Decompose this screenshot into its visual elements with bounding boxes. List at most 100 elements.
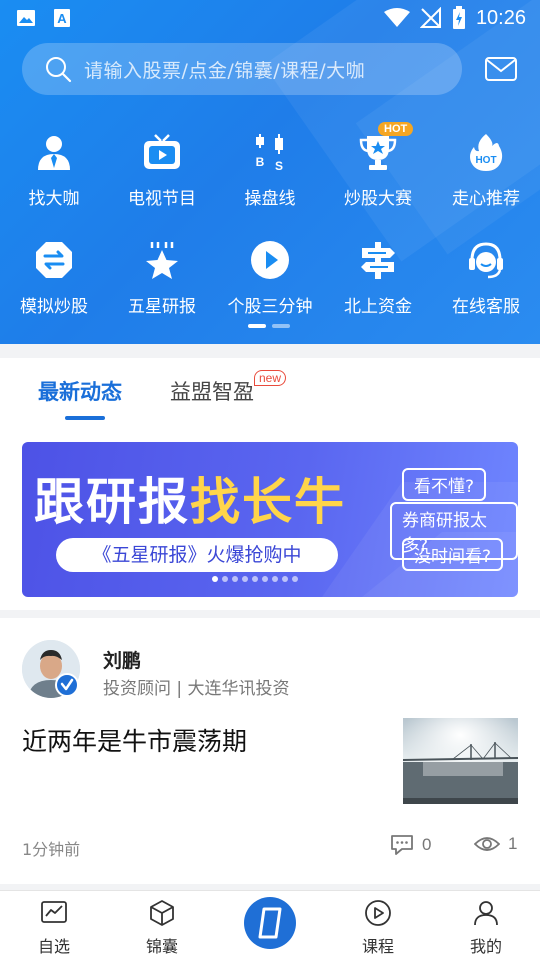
- tab-watchlist[interactable]: 自选: [0, 891, 108, 960]
- play-circle-icon: [365, 900, 391, 926]
- tab-yimeng[interactable]: 益盟智盈: [170, 376, 254, 406]
- banner-headline-yellow: 找长牛: [190, 473, 346, 531]
- grid-label: 北上资金: [344, 297, 412, 317]
- grid-item-stock-3min[interactable]: 个股三分钟: [216, 230, 324, 330]
- banner-question: 没时间看?: [402, 538, 504, 571]
- post-thumbnail[interactable]: [403, 718, 518, 804]
- banner-dot[interactable]: [282, 576, 288, 582]
- box-icon: [150, 900, 174, 926]
- tab-label: 课程: [361, 937, 394, 956]
- grid-item-trading-line[interactable]: BS 操盘线: [216, 122, 324, 222]
- search-placeholder: 请输入股票/点金/锦囊/课程/大咖: [84, 59, 366, 82]
- banner-dot[interactable]: [222, 576, 228, 582]
- view-count: 1: [474, 834, 517, 854]
- banner-dot[interactable]: [272, 576, 278, 582]
- mail-icon[interactable]: [484, 54, 518, 84]
- no-signal-icon: [419, 7, 441, 28]
- font-notification-icon: A: [54, 9, 70, 27]
- grid-label: 炒股大赛: [344, 189, 412, 209]
- signpost-icon: [361, 242, 395, 279]
- comment-icon: [391, 835, 413, 855]
- grid-item-contest[interactable]: HOT 炒股大赛: [324, 122, 432, 222]
- comment-count[interactable]: 0: [390, 834, 431, 856]
- tab-latest[interactable]: 最新动态: [38, 376, 122, 406]
- trophy-icon: [359, 136, 397, 170]
- svg-text:A: A: [57, 11, 67, 26]
- banner-pill: 《五星研报》火爆抢购中: [56, 538, 338, 572]
- clock: 10:26: [475, 6, 526, 29]
- eye-icon: [474, 837, 500, 851]
- banner-dot[interactable]: [252, 576, 258, 582]
- post-card[interactable]: 刘鹏 投资顾问 | 大连华讯投资 近两年是牛市震荡期 1分钟前 0 1: [0, 618, 540, 884]
- svg-text:S: S: [275, 159, 283, 172]
- banner-dot[interactable]: [262, 576, 268, 582]
- bridge-photo: [403, 718, 518, 804]
- post-time: 1分钟前: [22, 840, 81, 859]
- post-title[interactable]: 近两年是牛市震荡期: [22, 722, 247, 758]
- logo-icon: [245, 898, 295, 948]
- tab-label: 锦囊: [145, 937, 178, 956]
- banner-headline: 跟研报找长牛: [34, 462, 346, 534]
- hot-flame-text: HOT: [475, 155, 496, 166]
- exchange-icon: [36, 242, 72, 278]
- hot-badge: HOT: [378, 122, 414, 136]
- user-icon: [474, 901, 498, 926]
- grid-label: 个股三分钟: [227, 297, 313, 317]
- grid-item-star-report[interactable]: 五星研报: [108, 230, 216, 330]
- center-home-button[interactable]: [244, 897, 296, 949]
- tv-icon: [144, 134, 180, 169]
- tab-label: 我的: [469, 937, 502, 956]
- grid-item-northbound[interactable]: 北上资金: [324, 230, 432, 330]
- svg-text:B: B: [256, 155, 265, 169]
- hot-flame-icon: HOT: [470, 134, 503, 171]
- search-icon: [46, 57, 72, 83]
- promo-banner[interactable]: 跟研报找长牛 《五星研报》火爆抢购中 看不懂? 券商研报太多? 没时间看?: [22, 442, 518, 597]
- grid-label: 走心推荐: [452, 189, 520, 209]
- grid-label: 电视节目: [128, 189, 196, 209]
- grid-item-advisor[interactable]: 找大咖: [0, 122, 108, 222]
- banner-dot[interactable]: [232, 576, 238, 582]
- grid-item-customer-service[interactable]: 在线客服: [432, 230, 540, 330]
- author-title: 投资顾问 | 大连华讯投资: [103, 679, 290, 699]
- tab-tips[interactable]: 锦囊: [108, 891, 216, 960]
- bottom-tab-bar: 自选 锦囊 课程 我的: [0, 890, 540, 960]
- star-report-icon: [146, 242, 178, 279]
- feed-section: 最新动态 益盟智盈 new 跟研报找长牛 《五星研报》火爆抢购中 看不懂? 券商…: [0, 358, 540, 610]
- image-notification-icon: [17, 10, 35, 26]
- tab-underline: [65, 416, 105, 420]
- author-name[interactable]: 刘鹏: [103, 646, 141, 673]
- grid-label: 五星研报: [128, 297, 196, 317]
- grid-item-simulated-trading[interactable]: 模拟炒股: [0, 230, 108, 330]
- banner-question: 看不懂?: [402, 468, 487, 501]
- verified-badge: [55, 673, 79, 697]
- banner-headline-white: 跟研报: [34, 473, 190, 531]
- hero-header: A 10:26 请输入股票/点金/锦囊/课程/大咖 找大咖 电视节目 BS 操盘…: [0, 0, 540, 344]
- banner-pagination: [212, 576, 298, 582]
- view-count-value: 1: [508, 834, 518, 853]
- play-icon: [251, 241, 289, 279]
- banner-dot[interactable]: [292, 576, 298, 582]
- page-indicator: [272, 324, 290, 328]
- wifi-icon: [383, 8, 410, 27]
- tab-courses[interactable]: 课程: [324, 891, 432, 960]
- check-icon: [60, 678, 74, 691]
- search-input[interactable]: 请输入股票/点金/锦囊/课程/大咖: [22, 43, 462, 95]
- headset-icon: [469, 242, 503, 279]
- tab-profile[interactable]: 我的: [432, 891, 540, 960]
- chart-icon: [41, 901, 67, 923]
- grid-item-tv[interactable]: 电视节目: [108, 122, 216, 222]
- grid-item-recommend[interactable]: HOT 走心推荐: [432, 122, 540, 222]
- advisor-icon: [38, 136, 70, 170]
- grid-label: 操盘线: [244, 189, 296, 209]
- new-badge: new: [254, 370, 287, 386]
- comment-count-value: 0: [422, 835, 432, 854]
- banner-dot[interactable]: [212, 576, 218, 582]
- tab-label: 自选: [37, 937, 70, 956]
- page-indicator-active: [248, 324, 266, 328]
- battery-charging-icon: [452, 6, 465, 29]
- grid-label: 在线客服: [452, 297, 520, 317]
- banner-dot[interactable]: [242, 576, 248, 582]
- status-bar: A 10:26: [0, 0, 540, 36]
- grid-label: 找大咖: [28, 189, 80, 209]
- candlestick-icon: BS: [256, 134, 283, 172]
